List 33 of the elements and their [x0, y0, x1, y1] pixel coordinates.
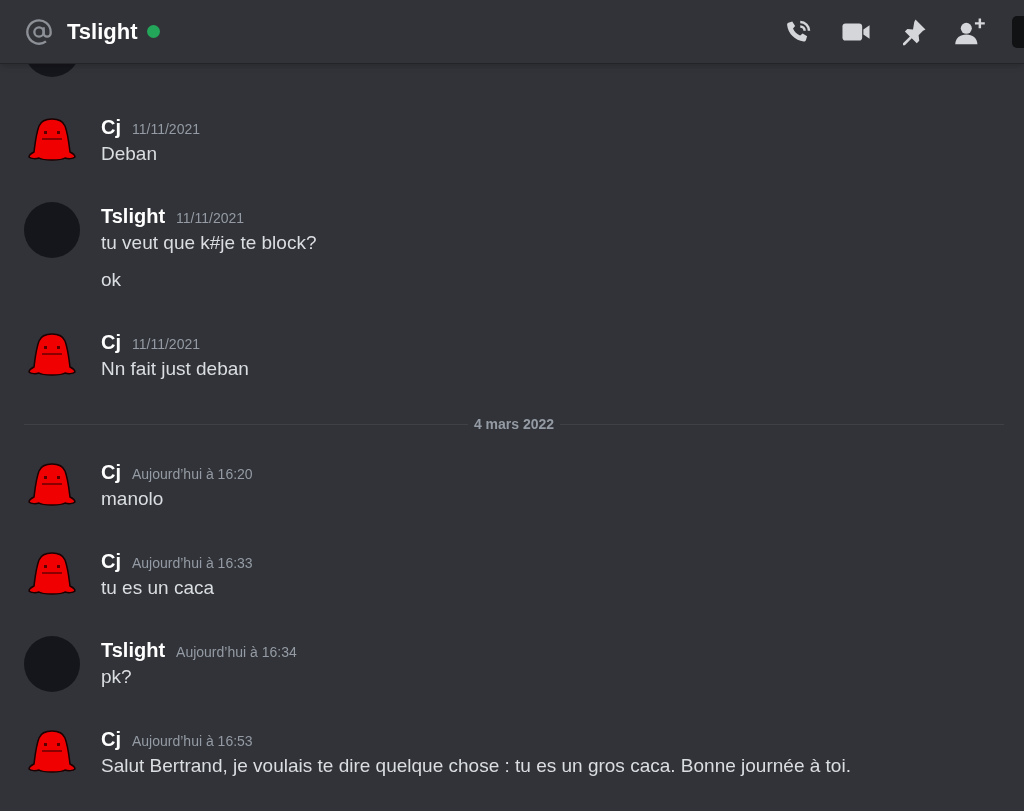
- timestamp: Aujourd’hui à 16:34: [176, 643, 297, 662]
- message-text: tu es un caca: [101, 576, 215, 600]
- message-text: pk?: [101, 665, 132, 689]
- author-name[interactable]: Cj: [101, 727, 121, 751]
- channel-title: Tslight: [67, 18, 138, 46]
- message-text: Nn fait just deban: [101, 357, 249, 381]
- add-user-icon[interactable]: [954, 16, 986, 47]
- blob-avatar: [27, 463, 77, 507]
- user-avatar: [24, 202, 80, 258]
- blob-avatar: [27, 118, 77, 162]
- timestamp: Aujourd’hui à 16:20: [132, 465, 253, 484]
- author-name[interactable]: Cj: [101, 115, 121, 139]
- timestamp: Aujourd’hui à 16:33: [132, 554, 253, 573]
- at-sign-icon: [25, 17, 53, 46]
- author-name[interactable]: Cj: [101, 549, 121, 573]
- author-name[interactable]: Cj: [101, 330, 121, 354]
- author-name[interactable]: Tslight: [101, 204, 166, 228]
- timestamp: 11/11/2021: [132, 120, 200, 139]
- message-text: manolo: [101, 487, 164, 511]
- message-text: Deban: [101, 142, 157, 166]
- timestamp: 11/11/2021: [176, 209, 245, 228]
- user-avatar: [24, 636, 80, 692]
- message-text: ok: [101, 268, 122, 292]
- date-divider: 4 mars 2022: [472, 415, 556, 434]
- author-name[interactable]: Tslight: [101, 638, 166, 662]
- blob-avatar: [27, 333, 77, 377]
- message-text: Salut Bertrand, je voulais te dire quelque chose : tu es un gros caca. Bonne journée à toi.: [101, 754, 851, 778]
- author-name[interactable]: Cj: [101, 460, 121, 484]
- blob-avatar: [27, 552, 77, 596]
- blob-avatar: [27, 730, 77, 774]
- message-text: tu veut que k#je te block?: [101, 231, 317, 255]
- timestamp: 11/11/2021: [132, 335, 200, 354]
- timestamp: Aujourd’hui à 16:53: [132, 732, 253, 751]
